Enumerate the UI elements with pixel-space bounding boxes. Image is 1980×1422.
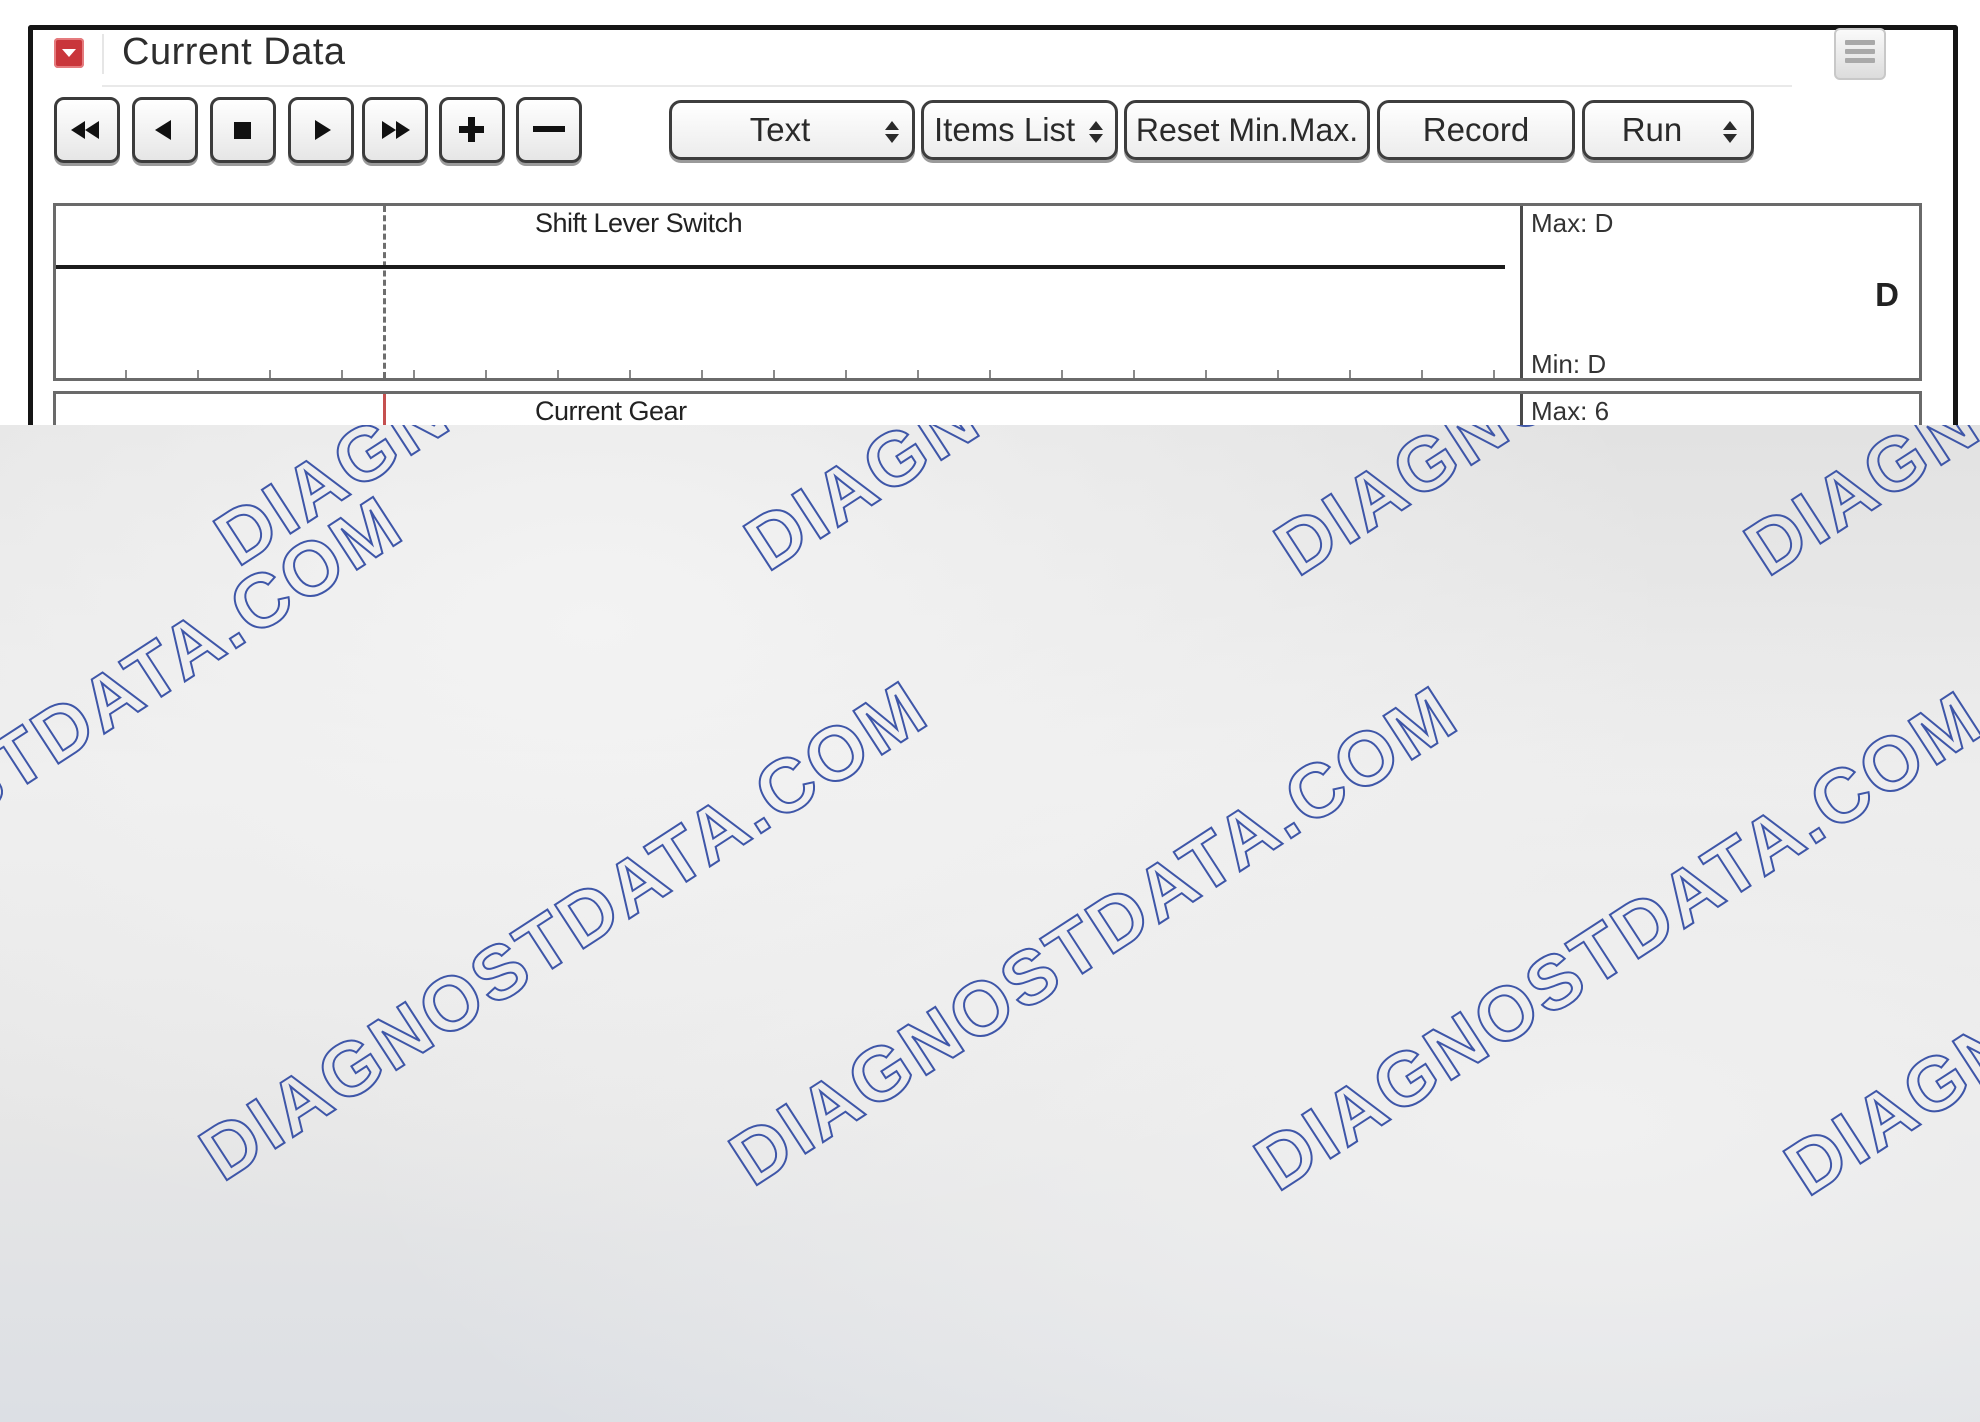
zoom-out-button[interactable] <box>516 97 582 163</box>
items-list-select[interactable]: Items List <box>921 100 1118 160</box>
stop-button[interactable] <box>210 97 276 163</box>
display-mode-label: Text <box>749 111 811 148</box>
plus-icon <box>459 117 484 142</box>
select-arrows-icon <box>1089 121 1103 143</box>
current-data-screenshot: Current Data Text Items List Reset Min.M… <box>0 0 1980 425</box>
title-separator <box>102 34 104 74</box>
graph-value-panel: Max: 6 <box>1520 394 1919 425</box>
graph-max-label: Max: 6 <box>1531 396 1610 425</box>
graph-max-label: Max: D <box>1531 208 1614 238</box>
run-label: Run <box>1621 111 1683 148</box>
graph-current-value: D <box>1875 276 1899 313</box>
stop-icon <box>234 122 251 139</box>
time-axis-ticks <box>125 370 1495 378</box>
select-arrows-icon <box>885 121 899 143</box>
step-back-button[interactable] <box>132 97 198 163</box>
graph-min-label: Min: D <box>1531 349 1607 379</box>
play-button[interactable] <box>288 97 354 163</box>
graph-trace <box>56 265 1505 269</box>
time-cursor[interactable] <box>383 394 386 425</box>
graph-panel-current-gear: Current Gear Max: 6 <box>53 391 1922 425</box>
time-cursor[interactable] <box>383 206 386 378</box>
collapse-icon[interactable] <box>54 38 84 68</box>
fast-forward-icon <box>382 121 410 139</box>
window-title: Current Data <box>122 31 346 73</box>
select-arrows-icon <box>1723 121 1737 143</box>
fast-rewind-button[interactable] <box>54 97 120 163</box>
fast-forward-button[interactable] <box>362 97 428 163</box>
menu-icon[interactable] <box>1834 28 1886 80</box>
display-mode-select[interactable]: Text <box>669 100 915 160</box>
graph-value-panel: Max: D D Min: D <box>1520 206 1919 379</box>
graph-item-name: Shift Lever Switch <box>535 208 743 238</box>
minus-icon <box>533 126 565 132</box>
graph-item-name: Current Gear <box>535 396 687 425</box>
play-icon <box>315 120 331 140</box>
record-button[interactable]: Record <box>1377 100 1575 160</box>
items-list-label: Items List <box>934 111 1076 148</box>
reset-min-max-label: Reset Min.Max. <box>1135 112 1359 148</box>
watermark-background: DIAGNOSTDATA.COM DIAGNOSTDATA.COM DIAGNOST… <box>0 425 1980 1422</box>
graph-plot-area[interactable]: Shift Lever Switch <box>56 206 1520 378</box>
zoom-in-button[interactable] <box>439 97 505 163</box>
fast-rewind-icon <box>71 121 99 139</box>
graph-panel-shift-lever-switch: Shift Lever Switch Max: D D Min: D <box>53 203 1922 381</box>
watermark-text: DIAGNOSTDATA.COM <box>0 478 418 1013</box>
record-label: Record <box>1422 111 1530 148</box>
step-back-icon <box>155 120 171 140</box>
reset-min-max-button[interactable]: Reset Min.Max. <box>1124 100 1370 160</box>
title-divider <box>102 85 1792 87</box>
run-select[interactable]: Run <box>1582 100 1754 160</box>
graph-plot-area[interactable]: Current Gear <box>56 394 1520 425</box>
watermark-text: DIAGNOSTDATA.COM <box>1730 425 1980 593</box>
